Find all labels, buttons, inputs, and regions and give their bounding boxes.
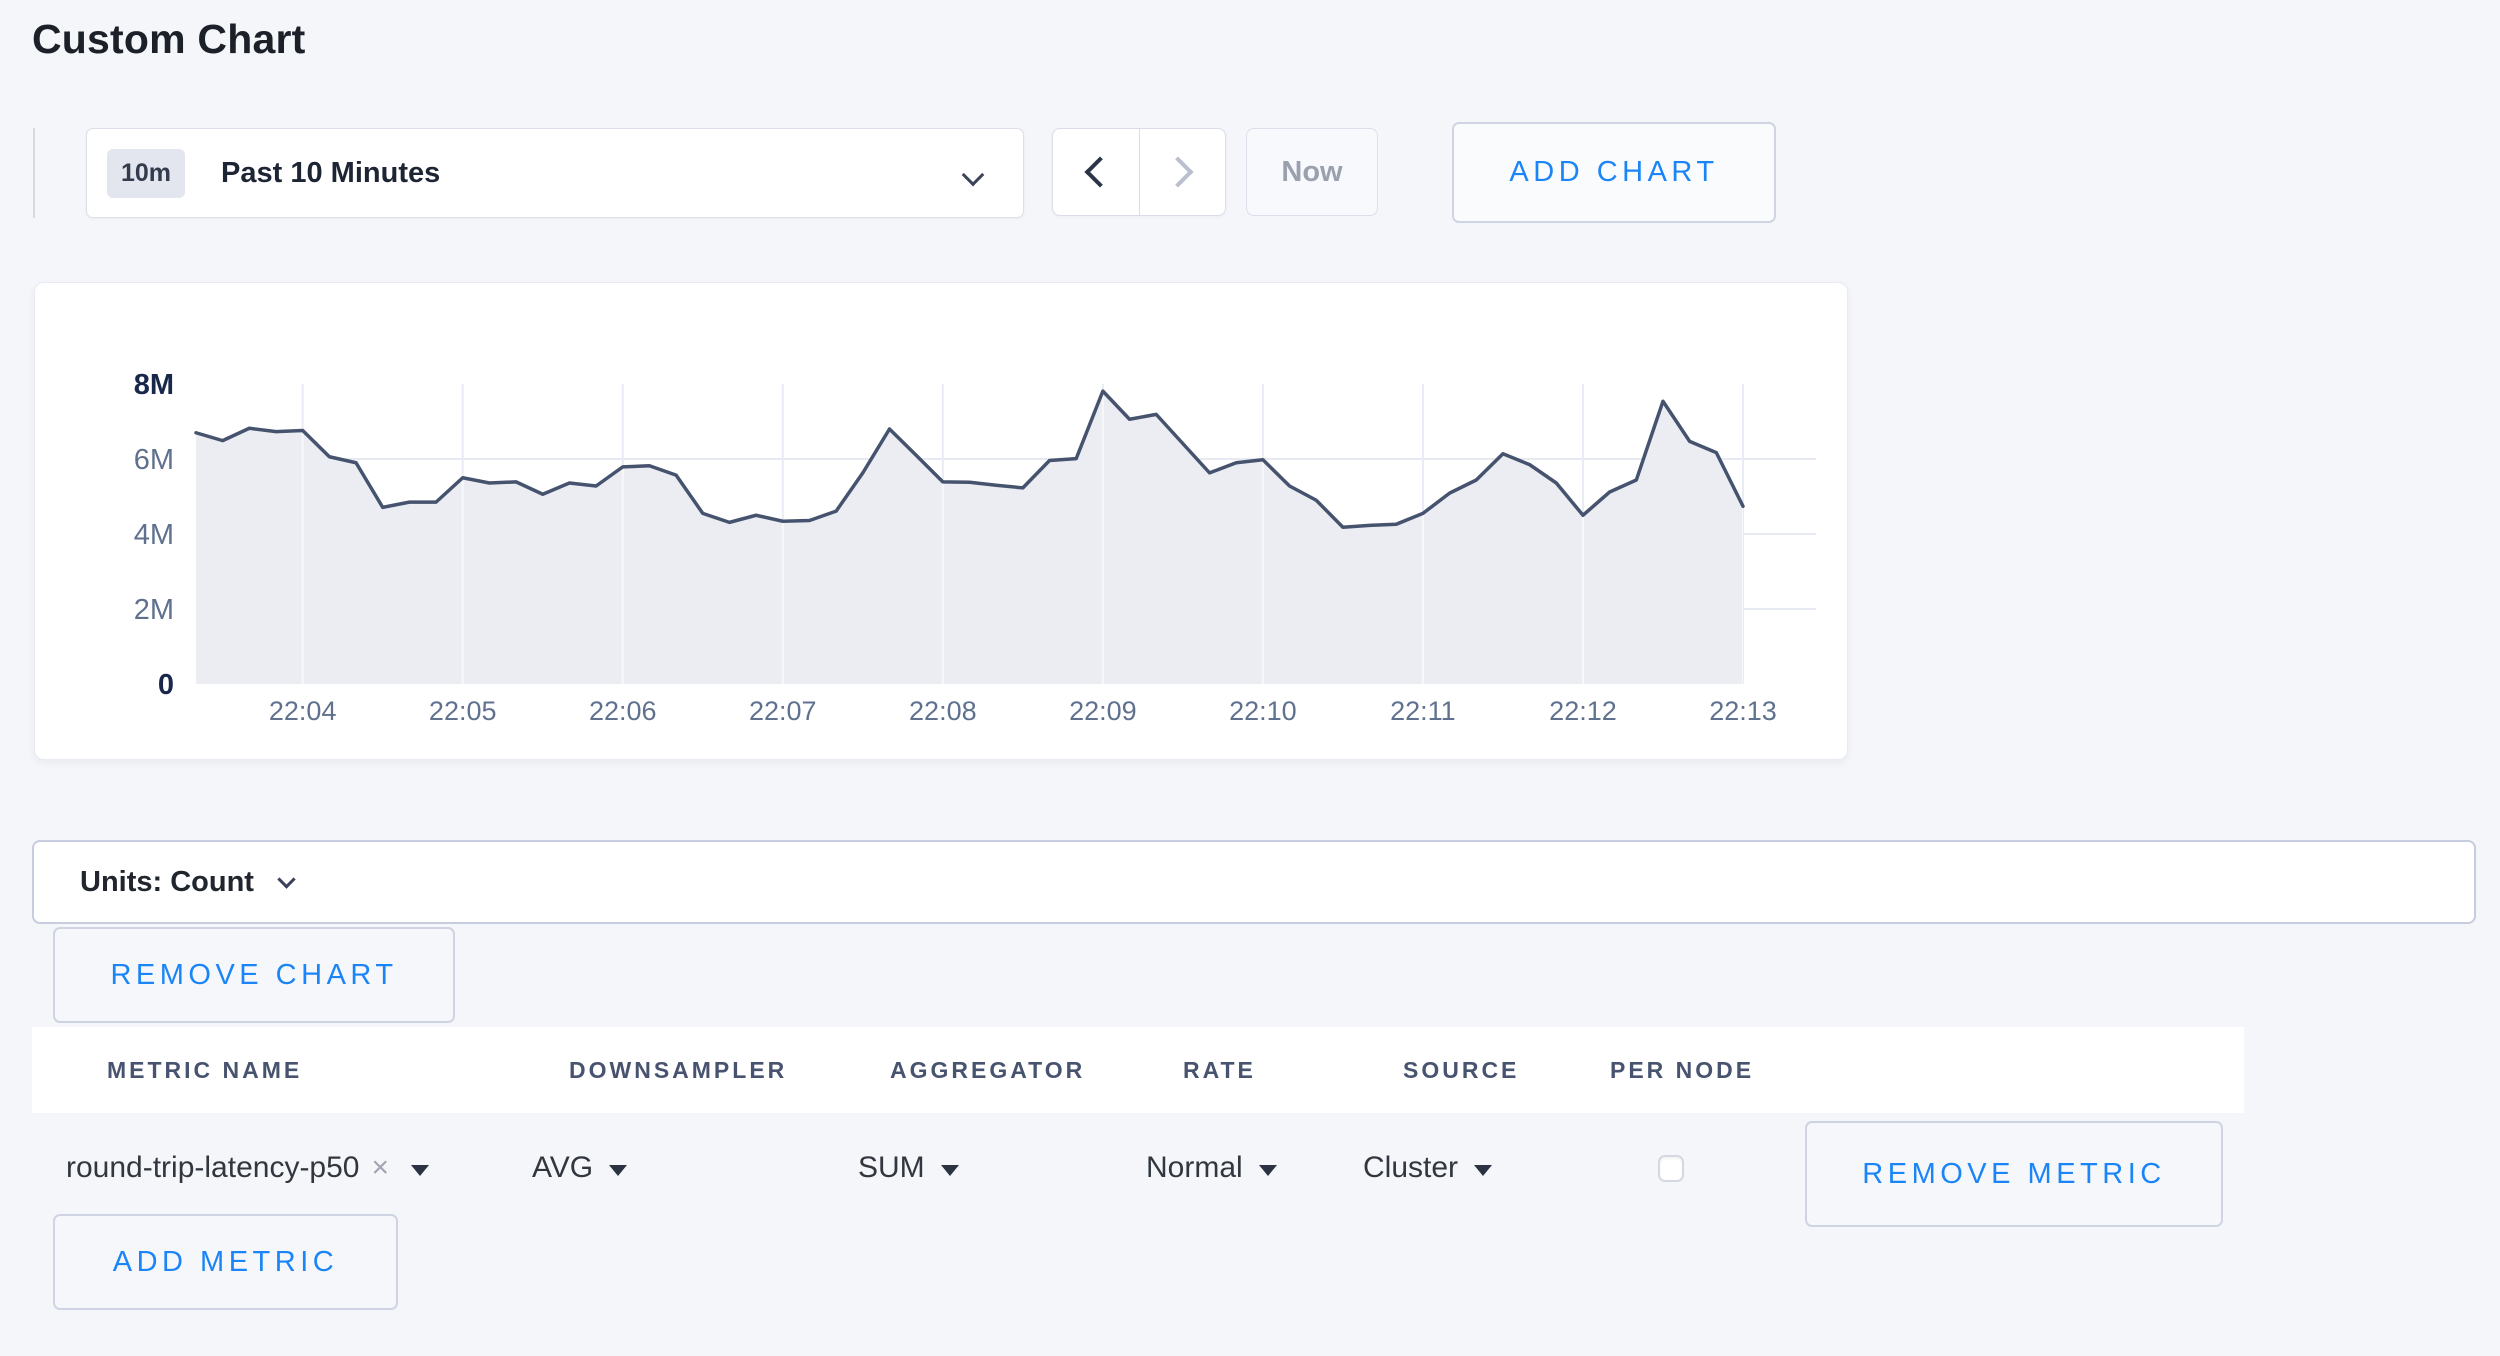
chart-card: 0 2M 4M 6M 8M 22:04 22:05 22:06 22:07 22:08 22:09 2… <box>34 282 1848 760</box>
dropdown-arrow-icon <box>411 1165 429 1176</box>
time-range-label: Past 10 Minutes <box>221 157 440 190</box>
dropdown-arrow-icon <box>941 1165 959 1176</box>
chevron-down-icon <box>962 164 985 187</box>
remove-chart-button[interactable]: REMOVE CHART <box>53 927 455 1023</box>
now-button[interactable]: Now <box>1246 128 1378 216</box>
clear-metric-icon[interactable]: × <box>371 1151 389 1185</box>
svg-text:8M: 8M <box>134 369 174 401</box>
latency-area-chart[interactable]: 0 2M 4M 6M 8M 22:04 22:05 22:06 22:07 22:08 22:09 2… <box>35 283 1849 761</box>
time-range-dropdown[interactable]: 10m Past 10 Minutes <box>86 128 1024 218</box>
svg-text:22:13: 22:13 <box>1709 696 1777 726</box>
custom-chart-page: Custom Chart 10m Past 10 Minutes Now ADD… <box>0 0 2500 1356</box>
next-time-button[interactable] <box>1139 129 1226 215</box>
dropdown-arrow-icon <box>1259 1165 1277 1176</box>
add-chart-button[interactable]: ADD CHART <box>1452 122 1776 223</box>
metric-name-select[interactable]: round-trip-latency-p50 × <box>66 1113 429 1223</box>
chevron-down-icon <box>277 870 295 888</box>
column-header-metric-name: METRIC NAME <box>107 1027 302 1113</box>
add-metric-button[interactable]: ADD METRIC <box>53 1214 398 1310</box>
units-label: Units: Count <box>80 866 254 899</box>
units-dropdown[interactable]: Units: Count <box>32 840 2476 924</box>
column-header-rate: RATE <box>1183 1027 1256 1113</box>
svg-text:0: 0 <box>158 669 174 701</box>
page-title: Custom Chart <box>32 16 305 63</box>
svg-text:22:10: 22:10 <box>1229 696 1297 726</box>
dropdown-arrow-icon <box>1474 1165 1492 1176</box>
svg-text:22:07: 22:07 <box>749 696 817 726</box>
aggregator-select[interactable]: SUM <box>858 1113 959 1223</box>
svg-text:4M: 4M <box>134 519 174 551</box>
svg-text:22:12: 22:12 <box>1549 696 1617 726</box>
source-value: Cluster <box>1363 1151 1458 1185</box>
prev-time-button[interactable] <box>1053 129 1139 215</box>
rate-value: Normal <box>1146 1151 1243 1185</box>
svg-text:6M: 6M <box>134 444 174 476</box>
svg-text:22:09: 22:09 <box>1069 696 1137 726</box>
column-header-downsampler: DOWNSAMPLER <box>569 1027 787 1113</box>
column-header-aggregator: AGGREGATOR <box>890 1027 1085 1113</box>
source-select[interactable]: Cluster <box>1363 1113 1492 1223</box>
svg-text:22:04: 22:04 <box>269 696 337 726</box>
column-header-per-node: PER NODE <box>1610 1027 1754 1113</box>
svg-text:22:06: 22:06 <box>589 696 657 726</box>
rate-select[interactable]: Normal <box>1146 1113 1277 1223</box>
dropdown-arrow-icon <box>609 1165 627 1176</box>
chevron-right-icon <box>1163 156 1194 187</box>
svg-text:2M: 2M <box>134 594 174 626</box>
downsampler-value: AVG <box>532 1151 593 1185</box>
metrics-table-header: METRIC NAME DOWNSAMPLER AGGREGATOR RATE … <box>32 1027 2244 1113</box>
chevron-left-icon <box>1084 156 1115 187</box>
svg-text:22:08: 22:08 <box>909 696 977 726</box>
per-node-checkbox[interactable] <box>1658 1155 1684 1182</box>
section-divider <box>33 128 35 218</box>
svg-text:22:11: 22:11 <box>1390 696 1456 726</box>
metric-name-value: round-trip-latency-p50 <box>66 1151 359 1185</box>
time-range-badge: 10m <box>107 149 185 198</box>
svg-text:22:05: 22:05 <box>429 696 497 726</box>
downsampler-select[interactable]: AVG <box>532 1113 627 1223</box>
column-header-source: SOURCE <box>1403 1027 1519 1113</box>
remove-metric-button[interactable]: REMOVE METRIC <box>1805 1121 2223 1227</box>
time-nav-group <box>1052 128 1226 216</box>
aggregator-value: SUM <box>858 1151 925 1185</box>
